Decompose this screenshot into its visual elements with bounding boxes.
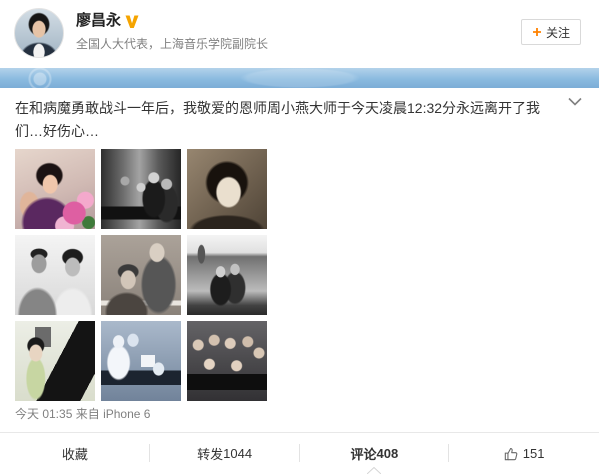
- post-header: 廖昌永 全国人大代表，上海音乐学院副院长 关注: [0, 0, 599, 68]
- photo-thumbnail-3[interactable]: [187, 149, 267, 229]
- post-card: 在和病魔勇敢战斗一年后，我敬爱的恩师周小燕大师于今天凌晨12:32分永远离开了我…: [0, 88, 599, 474]
- post-time-link[interactable]: 今天 01:35: [15, 407, 72, 421]
- source-prefix: 来自: [75, 407, 100, 421]
- like-button[interactable]: 151: [449, 433, 599, 474]
- photo-thumbnail-4[interactable]: [15, 235, 95, 315]
- user-name[interactable]: 廖昌永: [76, 11, 121, 31]
- comment-button[interactable]: 评论 408: [300, 433, 450, 474]
- repost-label: 转发: [197, 447, 224, 462]
- photo-thumbnail-9[interactable]: [187, 321, 267, 401]
- comment-label: 评论: [350, 447, 377, 462]
- follow-label: 关注: [545, 25, 570, 40]
- post-text: 在和病魔勇敢战斗一年后，我敬爱的恩师周小燕大师于今天凌晨12:32分永远离开了我…: [15, 100, 541, 139]
- repost-button[interactable]: 转发 1044: [150, 433, 300, 474]
- photo-thumbnail-5[interactable]: [101, 235, 181, 315]
- repost-count: 1044: [223, 446, 253, 461]
- plus-icon: [532, 28, 541, 36]
- follow-button[interactable]: 关注: [521, 19, 581, 45]
- photo-thumbnail-8[interactable]: [101, 321, 181, 401]
- favorite-button[interactable]: 收藏: [0, 433, 150, 474]
- photo-thumbnail-6[interactable]: [187, 235, 267, 315]
- user-name-row: 廖昌永: [76, 11, 139, 31]
- user-bio: 全国人大代表，上海音乐学院副院长: [76, 37, 269, 51]
- cover-banner: [0, 68, 599, 88]
- weibo-post-page: 廖昌永 全国人大代表，上海音乐学院副院长 关注 在和病魔勇敢战斗一年后，我敬爱的…: [0, 0, 599, 474]
- post-meta: 今天 01:35 来自 iPhone 6: [15, 407, 150, 421]
- avatar[interactable]: [14, 8, 64, 58]
- thumbs-up-icon: [504, 447, 518, 460]
- photo-thumbnail-7[interactable]: [15, 321, 95, 401]
- like-count: 151: [522, 446, 545, 461]
- favorite-label: 收藏: [61, 447, 88, 462]
- source-link[interactable]: iPhone 6: [103, 407, 150, 421]
- photo-thumbnail-1[interactable]: [15, 149, 95, 229]
- action-bar: 收藏 转发 1044 评论 408 151: [0, 433, 599, 474]
- active-indicator-caret: [367, 467, 382, 474]
- comment-count: 408: [376, 446, 399, 461]
- chevron-down-icon[interactable]: [568, 97, 582, 106]
- photo-grid: [15, 149, 267, 401]
- verified-v-icon: [125, 15, 139, 28]
- photo-thumbnail-2[interactable]: [101, 149, 181, 229]
